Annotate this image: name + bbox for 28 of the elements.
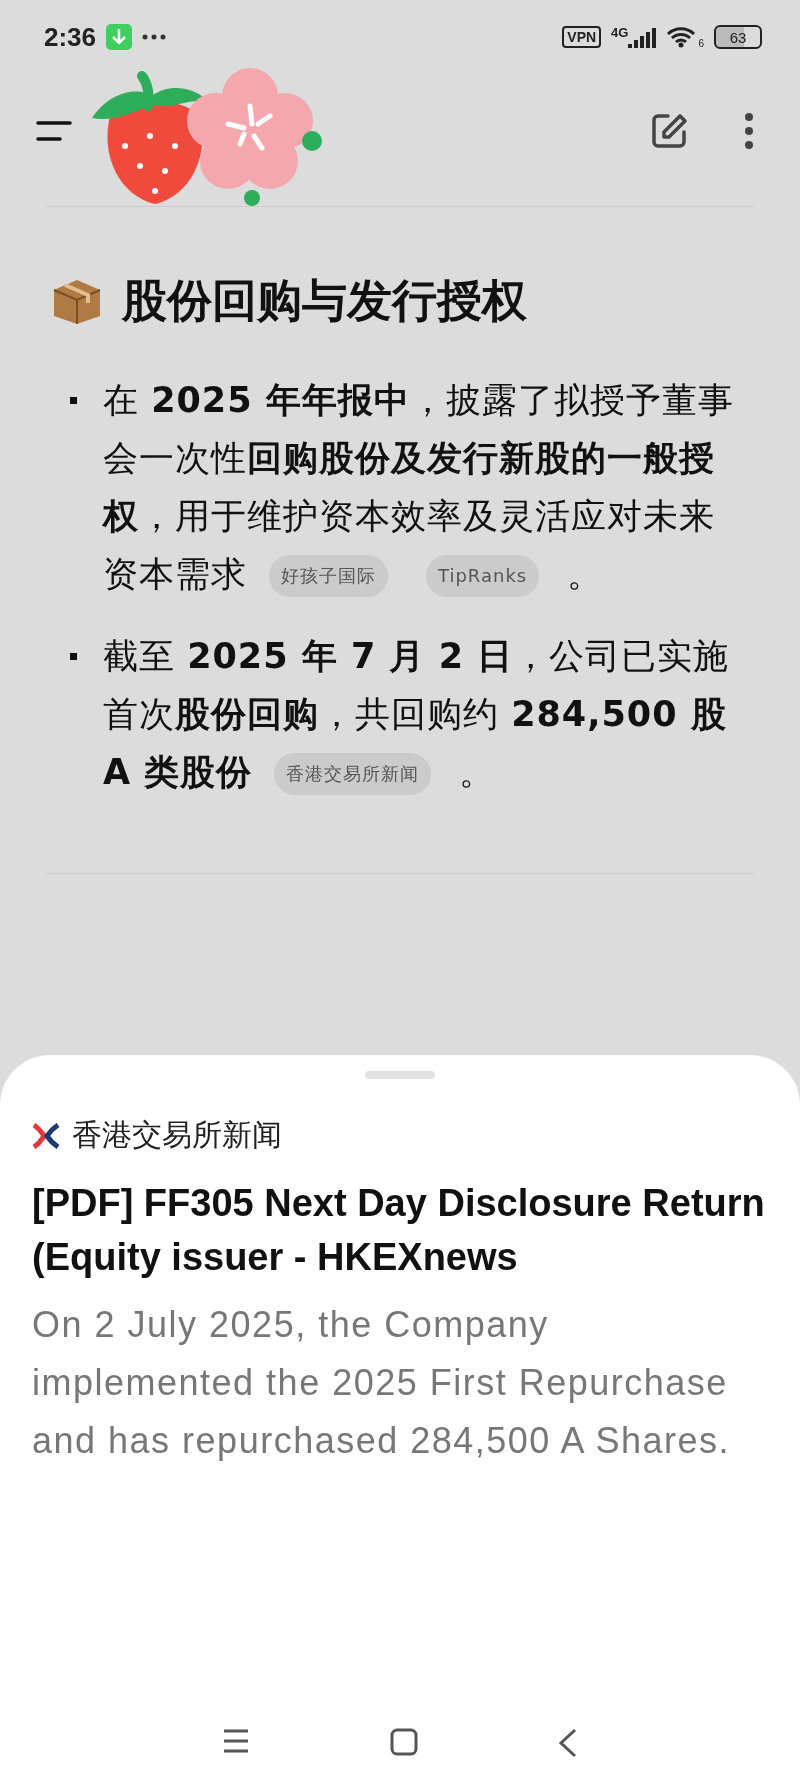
bullet-text: 截至 2025 年 7 月 2 日，公司已实施首次股份回购，共回购约 284,500 股 A 类股份 香港交易所新闻 。: [103, 627, 750, 801]
time: 2:36: [44, 21, 97, 53]
sheet-handle[interactable]: [365, 1071, 435, 1079]
more-icon[interactable]: [744, 113, 754, 149]
vpn-indicator: VPN: [562, 26, 602, 48]
menu-icon[interactable]: [36, 120, 72, 142]
source-chip[interactable]: TipRanks: [426, 555, 540, 597]
back-icon[interactable]: [558, 1728, 578, 1758]
download-icon: [106, 24, 133, 50]
wifi-band-label: 6: [698, 38, 704, 49]
signal-icon: [628, 26, 657, 48]
edit-icon[interactable]: [650, 112, 688, 150]
home-icon[interactable]: [390, 1728, 418, 1756]
bullet-text: 在 2025 年年报中，披露了拟授予董事会一次性回购股份及发行新股的一般授权，用于维护资本效率及灵活应对未来资本需求 好孩子国际 TipRanks 。: [103, 371, 750, 603]
menu-icon[interactable]: [222, 1728, 250, 1754]
source-chip[interactable]: 香港交易所新闻: [274, 753, 432, 795]
source-logo-icon: [32, 1122, 60, 1149]
source-chip[interactable]: 好孩子国际: [269, 555, 388, 597]
bullet-mark: [70, 653, 77, 660]
section-heading: 股份回购与发行授权: [122, 273, 527, 329]
battery-indicator: 63: [714, 25, 762, 49]
wifi-icon: [666, 26, 697, 48]
bullet-mark: [70, 397, 77, 404]
source-name: 香港交易所新闻: [72, 1116, 282, 1154]
result-title[interactable]: [PDF] FF305 Next Day Disclosure Return (Equity issuer - HKEXnews: [32, 1176, 768, 1284]
network-type: 4G: [611, 25, 629, 40]
more-notifications-icon: [142, 34, 167, 40]
result-snippet: On 2 July 2025, the Company implemented the 2025 First Repurchase and has repurchased 284,500 A Shares.: [32, 1303, 731, 1463]
